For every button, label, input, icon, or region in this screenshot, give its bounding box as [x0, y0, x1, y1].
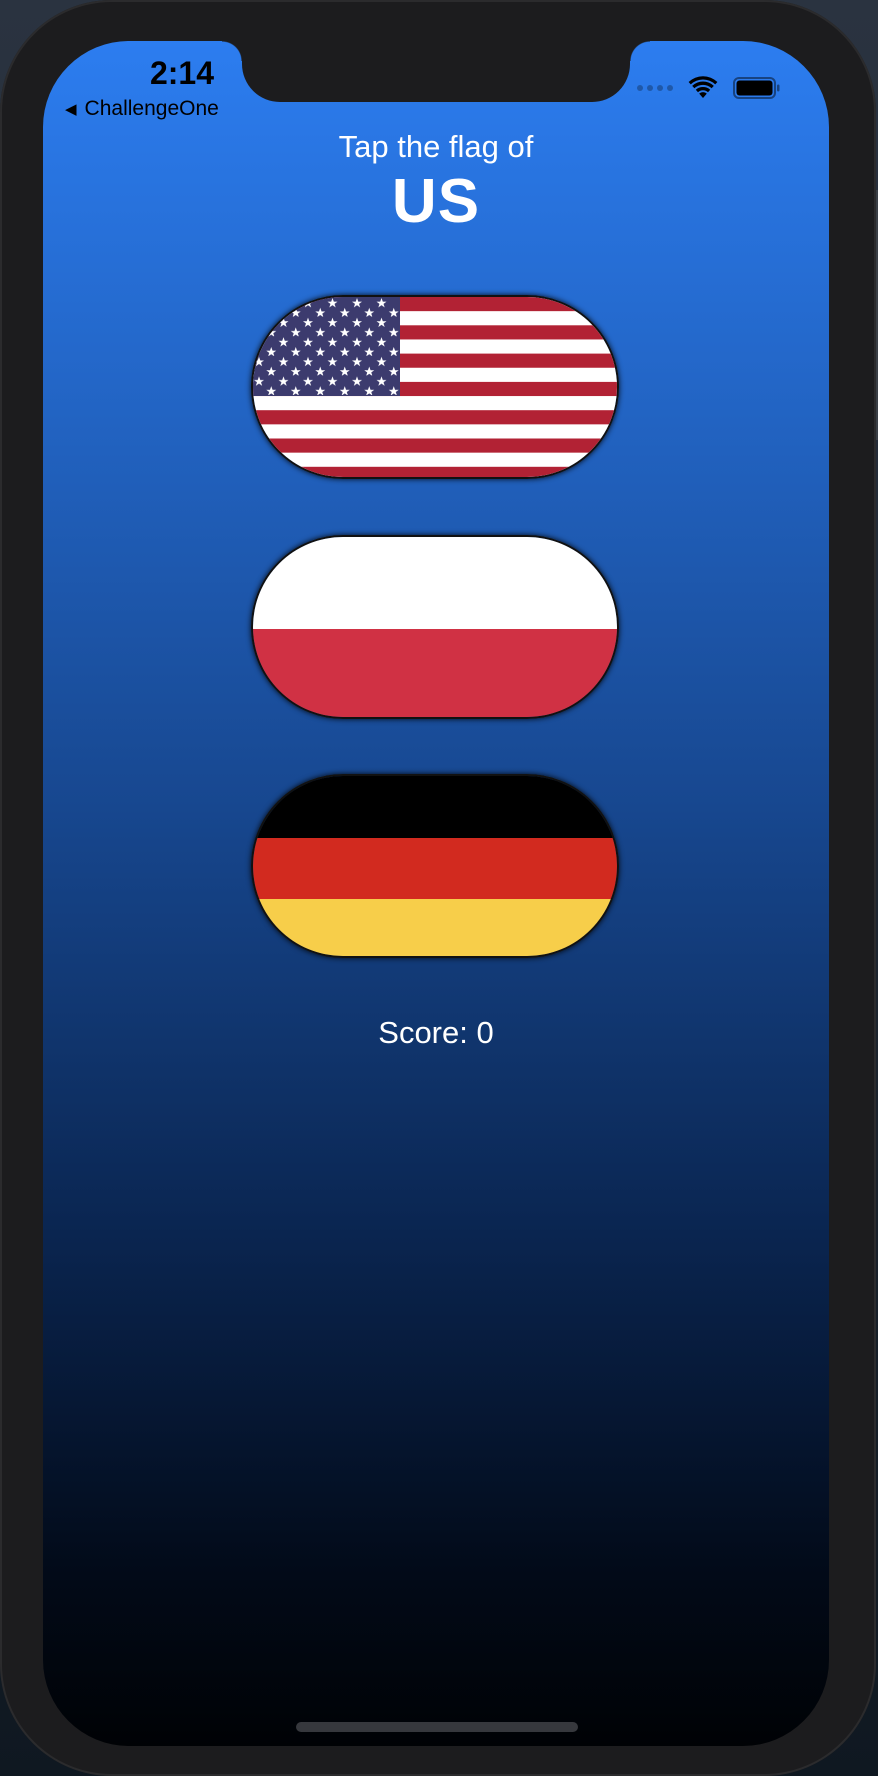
home-indicator[interactable]: [296, 1722, 578, 1732]
cellular-signal-icon: [637, 85, 673, 91]
score-label: Score: 0: [378, 1015, 494, 1050]
wifi-icon: [688, 76, 718, 98]
prompt-text: Tap the flag of: [338, 129, 534, 164]
flag-button-germany[interactable]: [251, 774, 619, 958]
battery-icon: [733, 77, 780, 99]
germany-flag-icon: [253, 776, 617, 956]
back-to-app-button[interactable]: ◀ ChallengeOne: [65, 97, 219, 121]
target-country: US: [391, 167, 481, 236]
phone-frame: 2:14 ◀ ChallengeOne Tap the flag of US S…: [0, 0, 876, 1776]
status-time: 2:14: [149, 55, 215, 91]
status-indicators: [637, 76, 781, 100]
flag-button-poland[interactable]: [251, 535, 619, 719]
device-notch: [222, 41, 650, 102]
us-flag-icon: [253, 297, 617, 477]
poland-flag-icon: [253, 537, 617, 717]
flag-button-us[interactable]: [251, 295, 619, 479]
app-screen: 2:14 ◀ ChallengeOne Tap the flag of US S…: [43, 41, 829, 1746]
back-arrow-icon: ◀: [65, 100, 77, 118]
back-app-label: ChallengeOne: [84, 97, 219, 120]
